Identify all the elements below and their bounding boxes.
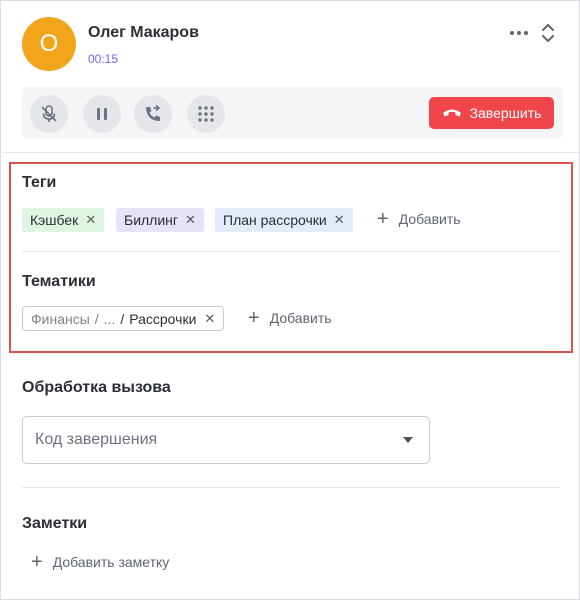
end-call-button[interactable]: Завершить: [429, 97, 554, 129]
add-tag-button[interactable]: + Добавить: [377, 209, 461, 229]
topic-ellipsis: ...: [103, 310, 116, 327]
divider: [22, 251, 560, 252]
call-panel: О Олег Макаров 00:15 Завершить Теги Кэшб…: [0, 0, 580, 600]
caller-name: Олег Макаров: [88, 24, 199, 41]
remove-tag-icon[interactable]: ✕: [334, 212, 345, 228]
keypad-button[interactable]: [187, 95, 225, 133]
divider: [2, 152, 580, 153]
mic-off-icon: [41, 105, 57, 122]
add-topic-button[interactable]: + Добавить: [248, 308, 332, 328]
chevron-down-icon: [403, 437, 413, 443]
topic-separator: /: [94, 310, 99, 327]
tag-chip-billing: Биллинг ✕: [116, 208, 204, 232]
add-note-button[interactable]: + Добавить заметку: [31, 552, 169, 572]
call-timer: 00:15: [88, 52, 119, 66]
pause-icon: [97, 108, 107, 120]
divider: [22, 487, 560, 488]
remove-topic-icon[interactable]: ✕: [204, 311, 215, 327]
notes-title: Заметки: [22, 515, 88, 532]
end-call-label: Завершить: [469, 105, 542, 121]
completion-code-placeholder: Код завершения: [35, 431, 158, 448]
transfer-icon: [146, 105, 160, 121]
expand-collapse-icon[interactable]: [538, 21, 558, 45]
plus-icon: +: [248, 307, 260, 329]
plus-icon: +: [377, 208, 389, 230]
tags-title: Теги: [22, 174, 57, 191]
tag-label: Кэшбек: [30, 212, 79, 228]
processing-title: Обработка вызова: [22, 379, 171, 396]
tag-label: План рассрочки: [223, 212, 327, 228]
hold-button[interactable]: [83, 95, 121, 133]
plus-icon: +: [31, 551, 43, 573]
topic-root: Финансы: [31, 310, 90, 327]
mute-button[interactable]: [30, 95, 68, 133]
tag-label: Биллинг: [124, 212, 179, 228]
topic-separator: /: [120, 310, 125, 327]
call-controls: Завершить: [22, 87, 563, 139]
more-options-icon[interactable]: [507, 22, 531, 44]
topics-title: Тематики: [22, 273, 96, 290]
avatar: О: [22, 17, 76, 71]
keypad-icon: [198, 106, 214, 122]
call-header: О Олег Макаров 00:15 Завершить: [2, 2, 580, 152]
remove-tag-icon[interactable]: ✕: [85, 212, 96, 228]
completion-code-select[interactable]: Код завершения: [22, 416, 430, 464]
add-note-label: Добавить заметку: [52, 554, 170, 570]
remove-tag-icon[interactable]: ✕: [185, 212, 196, 228]
transfer-button[interactable]: [134, 95, 172, 133]
add-tag-label: Добавить: [398, 211, 461, 227]
tag-chip-installment: План рассрочки ✕: [215, 208, 353, 232]
topic-chip: Финансы / ... / Рассрочки ✕: [22, 306, 225, 331]
add-topic-label: Добавить: [269, 310, 332, 326]
tag-chip-cashback: Кэшбек ✕: [22, 208, 105, 232]
topic-leaf: Рассрочки: [129, 310, 197, 327]
hangup-icon: [442, 109, 461, 117]
